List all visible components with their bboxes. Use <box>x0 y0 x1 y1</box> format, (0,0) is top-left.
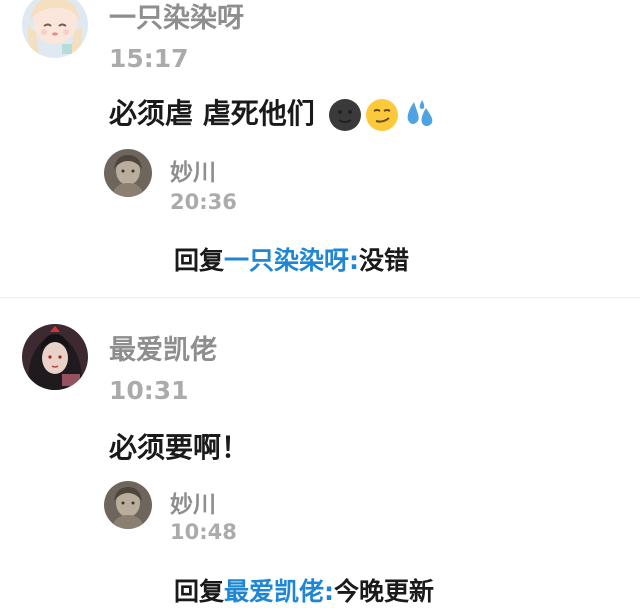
avatar[interactable] <box>22 0 88 58</box>
reply-text: 回复一只染染呀:没错 <box>174 241 409 277</box>
sweat-droplets-icon <box>407 100 432 127</box>
reply-colon: : <box>349 246 360 275</box>
reply-prefix: 回复 <box>174 577 225 606</box>
reply-content: 今晚更新 <box>334 577 435 606</box>
comment-text: 必须虐 虐死他们 <box>109 92 436 132</box>
reply-avatar[interactable] <box>104 149 152 197</box>
reply-content: 没错 <box>359 246 410 275</box>
comment-text: 必须要啊！ <box>109 431 250 464</box>
reply-mention-link[interactable]: 一只染染呀 <box>224 246 349 275</box>
reply-prefix: 回复 <box>174 246 225 275</box>
comment-username[interactable]: 最爱凯佬 <box>109 328 217 367</box>
comment-username[interactable]: 一只染染呀 <box>109 0 244 35</box>
reply-colon: : <box>324 577 335 606</box>
comment-item: 最爱凯佬 10:31 必须要啊！ 妙川 10:48 回复最爱凯佬:今晚更新 <box>0 298 640 606</box>
comment-text-content: 必须虐 虐死他们 <box>109 97 315 130</box>
smirk-face-icon <box>365 99 398 131</box>
reply-mention-link[interactable]: 最爱凯佬 <box>224 577 324 606</box>
reply-timestamp: 10:48 <box>170 520 237 544</box>
comment-timestamp: 15:17 <box>109 44 189 73</box>
reply-timestamp: 20:36 <box>170 190 237 214</box>
comment-item: 一只染染呀 15:17 必须虐 虐死他们 妙川 20:36 回复一只染染呀:没错 <box>0 0 640 296</box>
comment-timestamp: 10:31 <box>109 376 189 405</box>
reply-username[interactable]: 妙川 <box>170 485 216 519</box>
reply-text: 回复最爱凯佬:今晚更新 <box>174 572 434 608</box>
avatar[interactable] <box>22 324 88 390</box>
reply-username[interactable]: 妙川 <box>170 153 216 187</box>
reply-avatar[interactable] <box>104 481 152 529</box>
new-moon-face-icon <box>328 99 361 131</box>
